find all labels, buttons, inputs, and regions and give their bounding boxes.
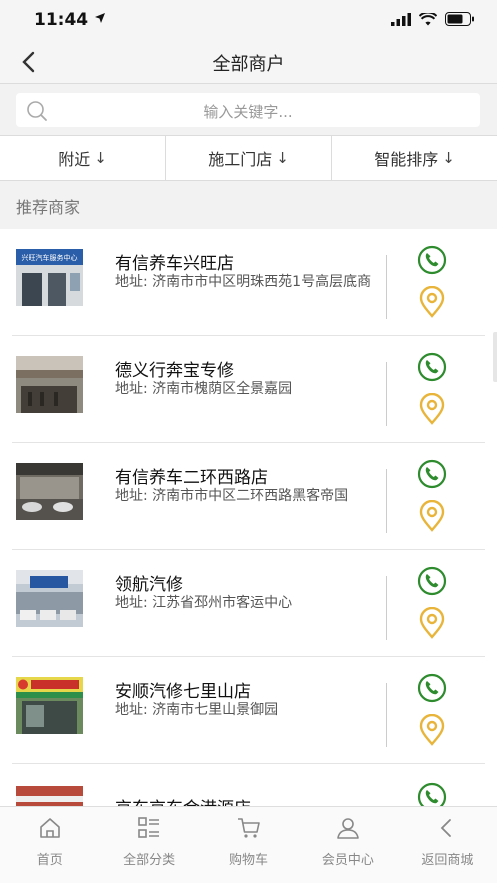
location-arrow-icon — [95, 13, 106, 23]
location-pin-icon[interactable] — [418, 607, 446, 639]
store-item[interactable]: 安顺汽修七里山店 地址: 济南市七里山景御园 — [0, 657, 497, 764]
store-thumbnail — [16, 786, 83, 806]
store-item[interactable]: 兴旺汽车服务中心 有信养车兴旺店 地址: 济南市市中区明珠西苑1号高层底商 — [0, 229, 497, 336]
divider — [386, 576, 387, 640]
tab-label: 全部分类 — [123, 853, 176, 868]
store-address: 地址: 江苏省邳州市客运中心 — [115, 595, 293, 611]
back-icon — [441, 819, 452, 837]
store-thumbnail — [16, 463, 83, 520]
store-list: 兴旺汽车服务中心 有信养车兴旺店 地址: 济南市市中区明珠西苑1号高层底商 德义… — [0, 229, 497, 806]
location-pin-icon[interactable] — [418, 393, 446, 425]
location-pin-icon[interactable] — [418, 286, 446, 318]
tab-home[interactable]: 首页 — [0, 807, 99, 883]
store-name: 有信养车兴旺店 — [115, 254, 234, 274]
store-item[interactable]: 领航汽修 地址: 江苏省邳州市客运中心 — [0, 550, 497, 657]
wifi-icon — [419, 12, 437, 25]
section-header: 推荐商家 — [0, 181, 497, 229]
tab-label: 购物车 — [229, 853, 269, 868]
status-time: 11:44 — [34, 10, 106, 30]
divider — [386, 683, 387, 747]
cart-icon — [237, 818, 260, 838]
store-item[interactable]: 德义行奔宝专修 地址: 济南市槐荫区全景嘉园 — [0, 336, 497, 443]
tab-categories[interactable]: 全部分类 — [99, 807, 198, 883]
status-bar: 11:44 — [0, 0, 497, 40]
tab-label: 返回商城 — [421, 853, 474, 868]
page-title: 全部商户 — [212, 54, 285, 75]
store-address: 地址: 济南市市中区二环西路黑客帝国 — [115, 488, 349, 504]
signal-icon — [391, 12, 411, 26]
phone-icon[interactable] — [417, 566, 447, 596]
store-sign-text: 兴旺汽车服务中心 — [22, 253, 78, 262]
store-address: 地址: 济南市市中区明珠西苑1号高层底商 — [115, 274, 372, 290]
tab-label: 首页 — [36, 853, 63, 868]
store-thumbnail — [16, 570, 83, 627]
tab-member[interactable]: 会员中心 — [298, 807, 397, 883]
filter-nearby[interactable]: 附近 ↓ — [0, 136, 166, 180]
time-text: 11:44 — [34, 10, 89, 30]
filter-bar: 附近 ↓ 施工门店 ↓ 智能排序 ↓ — [0, 135, 497, 181]
section-title: 推荐商家 — [16, 198, 81, 217]
divider — [386, 469, 387, 533]
search-input[interactable]: 输入关键字... — [16, 93, 480, 127]
phone-icon[interactable] — [417, 782, 447, 806]
scroll-handle[interactable] — [493, 332, 497, 382]
filter-smart-sort[interactable]: 智能排序 ↓ — [332, 136, 497, 180]
store-thumbnail: 兴旺汽车服务中心 — [16, 249, 83, 306]
search-area: 输入关键字... — [0, 85, 497, 135]
filter-label: 智能排序 — [374, 150, 439, 169]
filter-store-type[interactable]: 施工门店 ↓ — [166, 136, 332, 180]
filter-label: 施工门店 — [208, 150, 273, 169]
location-pin-icon[interactable] — [418, 500, 446, 532]
store-thumbnail — [16, 677, 83, 734]
store-thumbnail — [16, 356, 83, 413]
filter-label: 附近 — [58, 150, 91, 169]
store-name: 德义行奔宝专修 — [115, 361, 234, 381]
divider — [386, 362, 387, 426]
user-icon — [337, 818, 359, 839]
category-icon — [138, 817, 160, 838]
phone-icon[interactable] — [417, 352, 447, 382]
arrow-down-icon: ↓ — [442, 149, 455, 167]
store-name: 有信养车二环西路店 — [115, 468, 268, 488]
phone-icon[interactable] — [417, 673, 447, 703]
nav-bar: 全部商户 — [0, 40, 497, 84]
battery-icon — [445, 12, 474, 26]
home-icon — [39, 818, 60, 838]
store-item[interactable]: 京东京东金港源店 — [0, 764, 497, 806]
phone-icon[interactable] — [417, 459, 447, 489]
tab-label: 会员中心 — [321, 853, 374, 868]
status-icons — [391, 12, 475, 26]
tab-bar: 首页 全部分类 购物车 会员中心 返回商城 — [0, 806, 497, 883]
search-placeholder: 输入关键字... — [203, 103, 293, 121]
phone-icon[interactable] — [417, 245, 447, 275]
store-item[interactable]: 有信养车二环西路店 地址: 济南市市中区二环西路黑客帝国 — [0, 443, 497, 550]
arrow-down-icon: ↓ — [276, 149, 289, 167]
store-name: 京东京东金港源店 — [115, 794, 251, 806]
location-pin-icon[interactable] — [418, 714, 446, 746]
store-name: 安顺汽修七里山店 — [115, 682, 251, 702]
divider — [386, 255, 387, 319]
tab-return-mall[interactable]: 返回商城 — [398, 807, 497, 883]
store-address: 地址: 济南市七里山景御园 — [115, 702, 279, 718]
arrow-down-icon: ↓ — [94, 149, 107, 167]
tab-cart[interactable]: 购物车 — [199, 807, 298, 883]
store-name: 领航汽修 — [115, 575, 183, 595]
store-address: 地址: 济南市槐荫区全景嘉园 — [115, 381, 293, 397]
